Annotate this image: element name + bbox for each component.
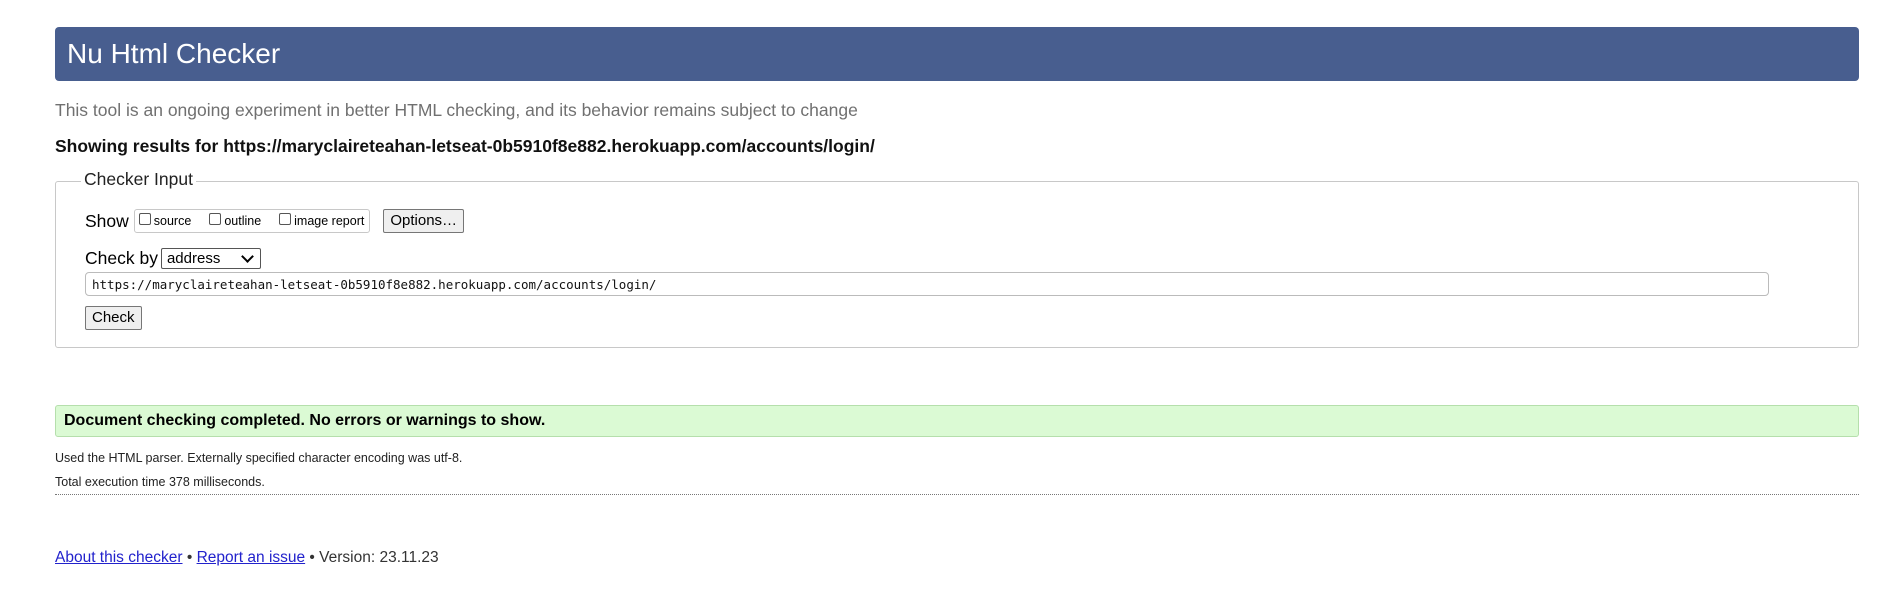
version-text: Version: 23.11.23 [319,549,439,566]
report-issue-link[interactable]: Report an issue [197,549,306,566]
footer-separator: • [182,549,197,566]
image-report-label: image report [294,214,365,228]
check-by-select[interactable]: address [160,248,261,269]
source-checkbox[interactable] [138,213,151,225]
about-checker-link[interactable]: About this checker [55,549,183,566]
parser-info: Used the HTML parser. Externally specifi… [55,451,463,465]
outline-label: outline [224,214,262,228]
divider [55,494,1859,495]
results-url: https://maryclaireteahan-letseat-0b5910f… [223,136,875,156]
results-prefix: Showing results for [55,136,224,156]
show-source-option[interactable]: source [138,213,192,228]
show-label: Show [85,210,129,231]
show-image-report-option[interactable]: image report [279,213,365,228]
options-button[interactable]: Options… [383,209,465,233]
image-report-checkbox[interactable] [279,213,292,225]
check-details: Used the HTML parser. Externally specifi… [55,446,462,494]
show-options-row: Show source outline image report Options… [85,209,465,233]
check-by-selected-value: address [166,250,221,267]
page: Nu Html Checker This tool is an ongoing … [0,0,1897,595]
success-message: Document checking completed. No errors o… [55,405,1859,437]
footer-separator: • [305,549,320,566]
check-button[interactable]: Check [85,306,142,330]
footer: About this checker • Report an issue • V… [55,549,439,567]
tagline: This tool is an ongoing experiment in be… [55,100,858,120]
execution-time: Total execution time 378 milliseconds. [55,475,265,489]
results-heading: Showing results for https://maryclairete… [55,136,875,157]
outline-checkbox[interactable] [209,213,222,225]
check-by-label: Check by [85,248,158,268]
chevron-down-icon [241,249,254,263]
checker-input-fieldset [55,181,1859,348]
page-title: Nu Html Checker [67,38,281,69]
check-by-row: Check by address [85,248,261,269]
header-banner: Nu Html Checker [55,27,1859,81]
show-options-group: source outline image report [133,209,371,233]
url-input[interactable]: https://maryclaireteahan-letseat-0b5910f… [85,272,1769,296]
source-label: source [153,214,192,228]
show-outline-option[interactable]: outline [209,213,262,228]
checker-input-legend: Checker Input [81,169,196,190]
